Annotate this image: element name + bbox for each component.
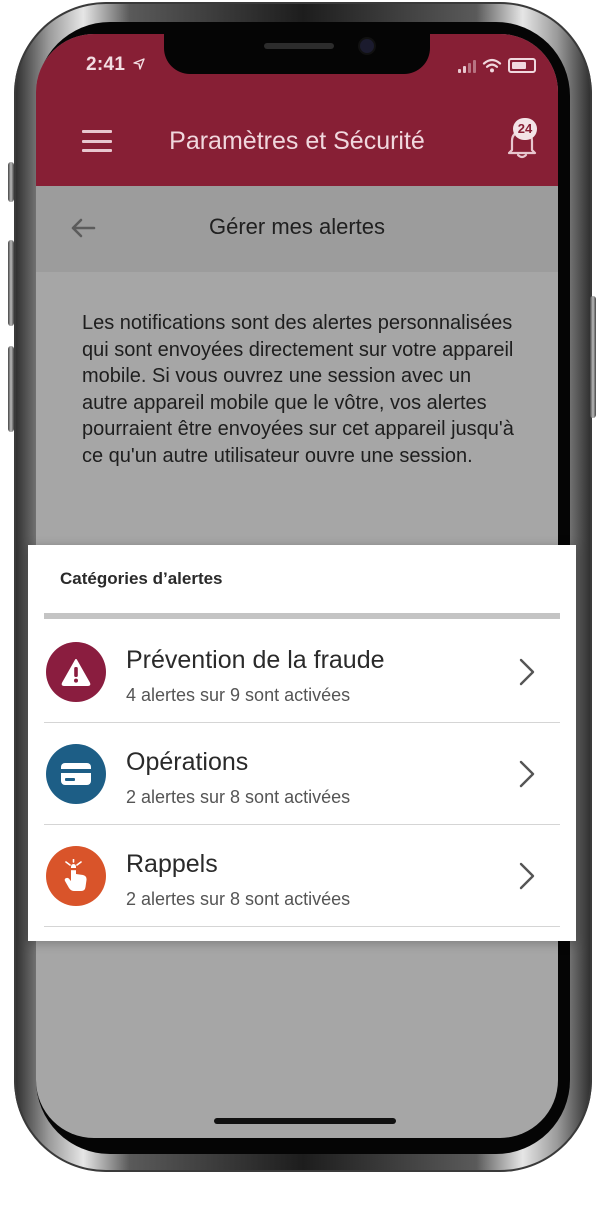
alert-categories-sheet: Catégories d’alertes Prévention de la fr… — [28, 545, 576, 941]
category-status: 2 alertes sur 8 sont activées — [126, 889, 351, 909]
row-divider — [44, 926, 560, 927]
categories-title: Catégories d’alertes — [60, 569, 223, 588]
category-label: Opérations — [126, 748, 249, 776]
category-label: Rappels — [126, 850, 218, 878]
reminder-hand-icon — [46, 846, 106, 906]
category-status: 4 alertes sur 9 sont activées — [126, 685, 351, 705]
divider — [44, 613, 560, 619]
status-icons — [458, 58, 536, 73]
page-title: Paramètres et Sécurité — [169, 127, 425, 155]
home-indicator[interactable] — [214, 1118, 396, 1124]
category-operations[interactable]: Opérations 2 alertes sur 8 sont activées — [28, 723, 576, 825]
intro-text: Les notifications sont des alertes perso… — [82, 312, 514, 467]
sub-header-title: Gérer mes alertes — [208, 214, 386, 239]
wifi-icon — [482, 58, 502, 73]
phone-mute-switch — [8, 162, 14, 202]
phone-power-button — [590, 296, 596, 418]
status-time: 2:41 — [86, 54, 145, 76]
category-reminders[interactable]: Rappels 2 alertes sur 8 sont activées — [28, 825, 576, 927]
phone-notch — [164, 34, 430, 74]
notification-badge: 24 — [513, 118, 537, 140]
signal-icon — [458, 59, 476, 73]
card-icon — [46, 744, 106, 804]
location-icon — [133, 58, 145, 70]
chevron-right-icon — [519, 862, 535, 890]
speaker-grille — [264, 43, 334, 49]
front-camera — [360, 39, 374, 53]
category-status: 2 alertes sur 8 sont activées — [126, 787, 351, 807]
phone-volume-down — [8, 346, 14, 432]
warning-icon — [46, 642, 106, 702]
chevron-right-icon — [519, 658, 535, 686]
category-label: Prévention de la fraude — [126, 646, 385, 674]
battery-icon — [508, 58, 536, 73]
category-fraud-prevention[interactable]: Prévention de la fraude 4 alertes sur 9 … — [28, 621, 576, 723]
chevron-right-icon — [519, 760, 535, 788]
phone-volume-up — [8, 240, 14, 326]
